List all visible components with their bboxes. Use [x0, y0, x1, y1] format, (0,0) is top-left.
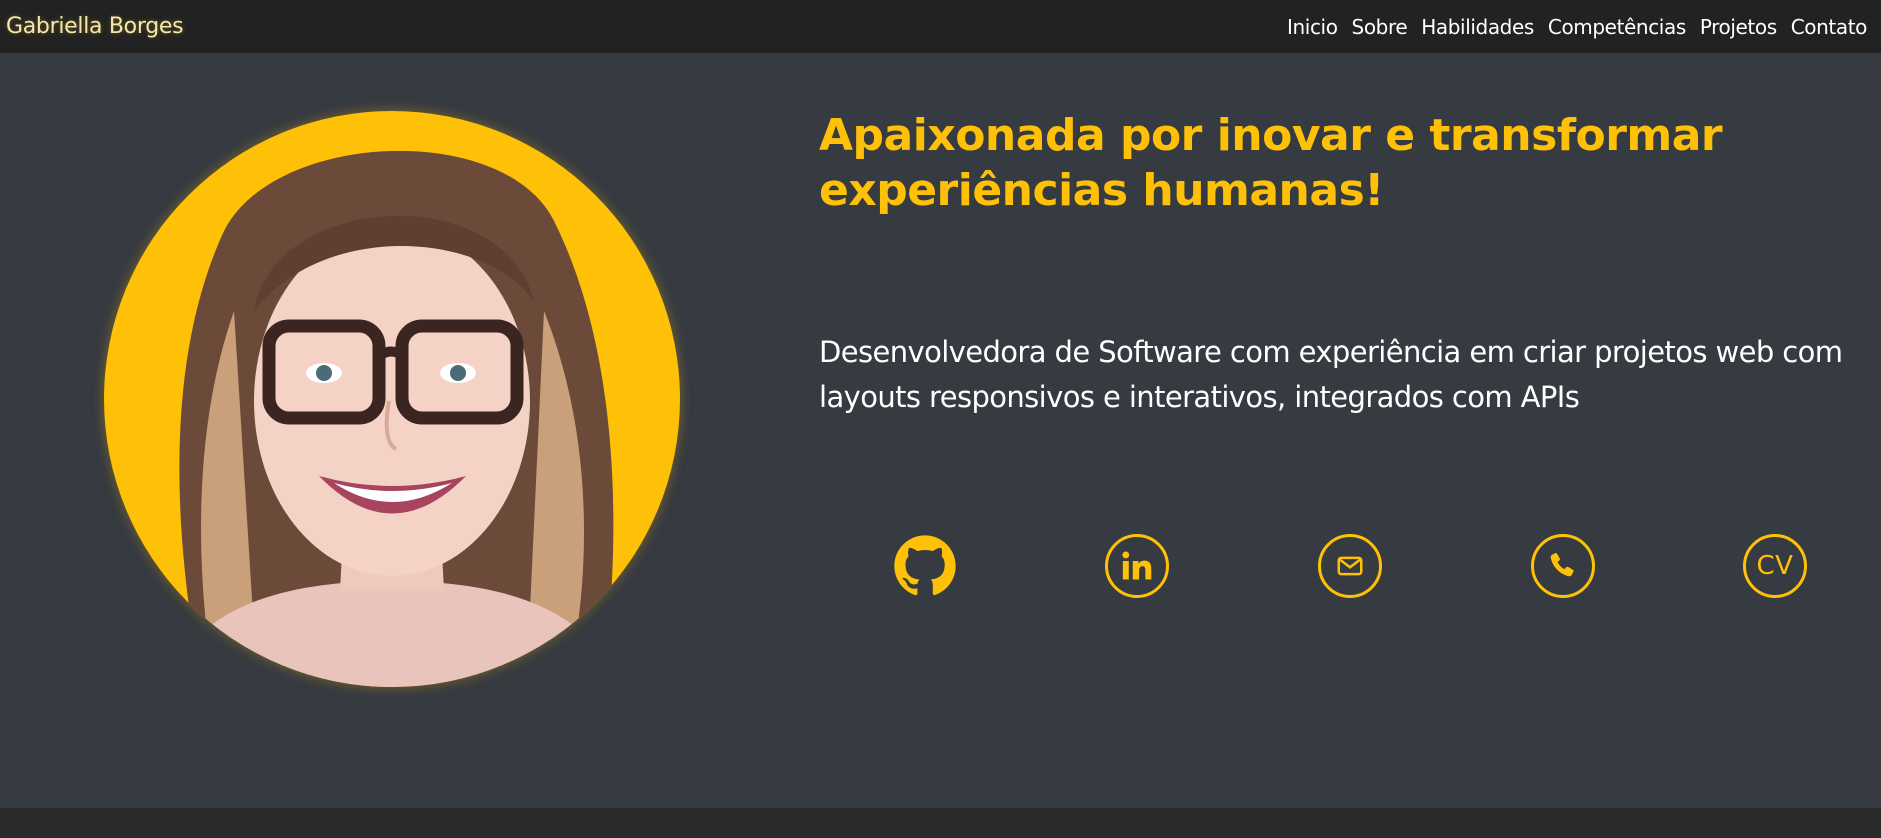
nav-link-projetos[interactable]: Projetos — [1700, 15, 1777, 39]
github-link[interactable] — [893, 534, 957, 598]
email-link[interactable] — [1318, 534, 1382, 598]
cv-link[interactable]: CV — [1743, 534, 1807, 598]
cv-icon: CV — [1756, 551, 1794, 581]
hero-description: Desenvolvedora de Software com experiênc… — [819, 335, 1843, 414]
nav-link-contato[interactable]: Contato — [1791, 15, 1868, 39]
brand-logo[interactable]: Gabriella Borges — [6, 14, 184, 39]
nav-links: Inicio Sobre Habilidades Competências Pr… — [1287, 15, 1867, 39]
linkedin-link[interactable] — [1105, 534, 1169, 598]
nav-link-competencias[interactable]: Competências — [1548, 15, 1686, 39]
linkedin-icon — [1122, 551, 1152, 580]
github-icon — [894, 535, 956, 596]
profile-photo — [104, 111, 680, 687]
nav-link-inicio[interactable]: Inicio — [1287, 15, 1338, 39]
email-icon — [1337, 556, 1363, 576]
whatsapp-link[interactable] — [1531, 534, 1595, 598]
navbar: Gabriella Borges Inicio Sobre Habilidade… — [0, 0, 1881, 53]
nav-link-sobre[interactable]: Sobre — [1352, 15, 1408, 39]
whatsapp-icon — [1550, 552, 1574, 577]
footer-bar — [0, 808, 1881, 838]
nav-link-habilidades[interactable]: Habilidades — [1421, 15, 1534, 39]
hero-headline: Apaixonada por inovar e transformar expe… — [819, 110, 1723, 216]
